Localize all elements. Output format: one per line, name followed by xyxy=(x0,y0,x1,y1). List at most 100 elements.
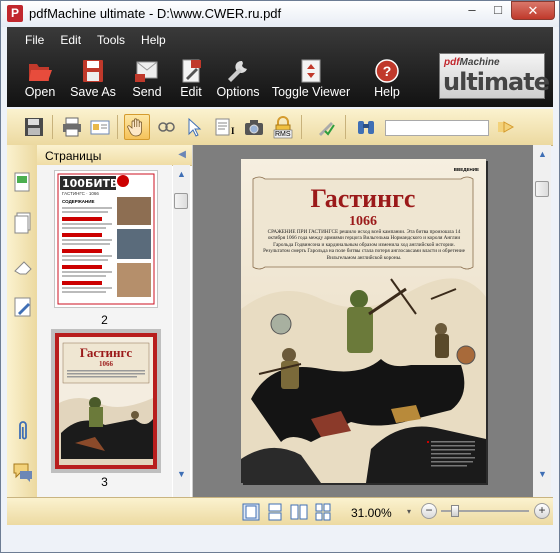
app-icon[interactable]: P xyxy=(7,5,23,22)
maximize-button[interactable]: □ xyxy=(485,1,511,20)
camera-icon xyxy=(245,120,263,135)
select-icon xyxy=(188,117,202,137)
open-button[interactable]: Open xyxy=(21,58,59,99)
thumbnail-page[interactable]: 100БИТВ ГАСТИНГС · 1066 СОДЕРЖАНИЕ xyxy=(55,171,157,307)
snapshot-button[interactable] xyxy=(241,114,267,140)
main-ribbon: File Edit Tools Help Open Save As Send E… xyxy=(7,27,553,107)
zoom-slider-thumb[interactable] xyxy=(451,505,459,517)
zoom-in-button[interactable]: + xyxy=(534,503,550,519)
pages-panel: Страницы ◀ 100БИТВ ГАСТИНГС · 1066 СОДЕР… xyxy=(37,145,192,497)
binoculars-icon xyxy=(358,121,374,134)
save-as-button[interactable]: Save As xyxy=(67,58,119,99)
panel-header: Страницы ◀ xyxy=(37,145,192,166)
save-tool-button[interactable] xyxy=(21,114,47,140)
hand-tool-button[interactable] xyxy=(124,114,150,140)
toggle-viewer-button[interactable]: Toggle Viewer xyxy=(271,58,351,99)
svg-text:I: I xyxy=(231,126,235,136)
collapse-panel-icon[interactable]: ◀ xyxy=(178,149,186,160)
find-next-icon xyxy=(498,121,515,133)
facing-view-icon[interactable] xyxy=(289,503,309,521)
close-button[interactable]: ✕ xyxy=(511,1,555,20)
zoom-out-button[interactable]: − xyxy=(421,503,437,519)
thumb-magazine-title: 100БИТВ xyxy=(62,177,118,190)
help-button[interactable]: ? Help xyxy=(367,58,407,99)
text-select-icon: I xyxy=(215,118,235,136)
viewer-scrollbar-thumb[interactable] xyxy=(535,181,549,197)
print-button[interactable] xyxy=(59,114,85,140)
menu-bar: File Edit Tools Help xyxy=(17,31,174,49)
annotation-tab-icon[interactable] xyxy=(12,295,34,319)
select-tool-button[interactable] xyxy=(181,114,207,140)
logo-text: ultimate xyxy=(443,68,550,96)
wrench-icon xyxy=(228,60,247,82)
zoom-slider[interactable] xyxy=(441,505,529,517)
menu-edit[interactable]: Edit xyxy=(52,31,89,49)
application-window: P pdfMachine ultimate - D:\www.CWER.ru.p… xyxy=(0,0,560,553)
hand-icon xyxy=(127,118,142,137)
scroll-down-arrow-icon[interactable]: ▼ xyxy=(176,469,187,479)
status-bar: 31.00% ▾ − + xyxy=(7,497,553,526)
comments-tab-icon[interactable] xyxy=(12,460,34,484)
menu-file[interactable]: File xyxy=(17,31,52,49)
window-bottom-border xyxy=(7,525,553,549)
scroll-up-arrow-icon[interactable]: ▲ xyxy=(176,169,187,179)
viewer-scroll-down-icon[interactable]: ▼ xyxy=(537,469,548,479)
thumbnails-scrollbar[interactable]: ▲ ▼ xyxy=(173,165,190,497)
rms-label: RMS xyxy=(275,131,291,138)
zoom-dropdown-icon[interactable]: ▾ xyxy=(407,507,411,516)
thumb-year: 1066 xyxy=(99,360,114,368)
edit-document-icon xyxy=(182,59,201,83)
options-button[interactable]: Options xyxy=(215,58,261,99)
document-viewer[interactable]: ВВЕДЕНИЕ Гастингс 1066 СРАЖЕНИЕ ПРИ ГАСТ… xyxy=(192,145,534,497)
page-title: Гастингс xyxy=(311,184,416,213)
sign-button[interactable] xyxy=(313,114,339,140)
open-label: Open xyxy=(24,85,56,99)
toggle-viewer-icon xyxy=(301,59,321,83)
properties-button[interactable] xyxy=(87,114,113,140)
scrollbar-thumb[interactable] xyxy=(174,193,188,209)
minimize-button[interactable]: – xyxy=(459,1,485,20)
envelope-icon xyxy=(135,61,158,82)
menu-tools[interactable]: Tools xyxy=(89,31,133,49)
eraser-tab-icon[interactable] xyxy=(12,255,34,279)
panel-title: Страницы xyxy=(45,149,102,163)
sign-icon xyxy=(319,122,335,136)
document-tab-icon[interactable] xyxy=(12,211,34,235)
text-select-button[interactable]: I xyxy=(211,114,237,140)
find-next-button[interactable] xyxy=(493,114,519,140)
zoom-tool-button[interactable] xyxy=(153,114,179,140)
document-page: ВВЕДЕНИЕ Гастингс 1066 СРАЖЕНИЕ ПРИ ГАСТ… xyxy=(241,159,486,483)
menu-help[interactable]: Help xyxy=(133,31,174,49)
viewer-scroll-up-icon[interactable]: ▲ xyxy=(537,149,548,159)
print-icon xyxy=(63,117,81,137)
thumbnail-page-selected[interactable]: Гастингс 1066 xyxy=(55,333,157,469)
paperclip-tab-icon[interactable] xyxy=(12,419,34,443)
single-page-view-icon[interactable] xyxy=(241,503,261,521)
side-tabs xyxy=(7,145,38,497)
help-label: Help xyxy=(374,85,400,99)
product-logo: pdfMachine ultimate xyxy=(439,53,550,99)
page-year: 1066 xyxy=(349,214,377,229)
edit-label: Edit xyxy=(180,85,202,99)
send-button[interactable]: Send xyxy=(127,58,167,99)
search-input[interactable] xyxy=(385,120,489,136)
page-content: ВВЕДЕНИЕ Гастингс 1066 СРАЖЕНИЕ ПРИ ГАСТ… xyxy=(241,159,486,483)
viewer-scrollbar[interactable]: ▲ ▼ xyxy=(533,145,551,497)
edit-button[interactable]: Edit xyxy=(176,58,206,99)
rms-button[interactable]: RMS xyxy=(270,114,296,140)
continuous-facing-view-icon[interactable] xyxy=(313,503,333,521)
find-button[interactable] xyxy=(353,114,379,140)
thumbnail-list: 100БИТВ ГАСТИНГС · 1066 СОДЕРЖАНИЕ 2 Гас… xyxy=(37,165,172,497)
zoom-level[interactable]: 31.00% xyxy=(351,506,392,520)
continuous-view-icon[interactable] xyxy=(265,503,285,521)
toggle-viewer-label: Toggle Viewer xyxy=(271,85,351,99)
thumb-contents: СОДЕРЖАНИЕ xyxy=(62,199,95,204)
page-3-preview: Гастингс 1066 xyxy=(55,333,157,469)
save-as-label: Save As xyxy=(70,85,116,99)
options-label: Options xyxy=(216,85,260,99)
floppy-disk-icon xyxy=(83,60,103,82)
pages-tab-icon[interactable] xyxy=(12,171,34,195)
window-controls: – □ ✕ xyxy=(459,1,555,21)
window-title: pdfMachine ultimate - D:\www.CWER.ru.pdf xyxy=(29,6,282,21)
tools-toolbar: I RMS xyxy=(7,109,553,146)
